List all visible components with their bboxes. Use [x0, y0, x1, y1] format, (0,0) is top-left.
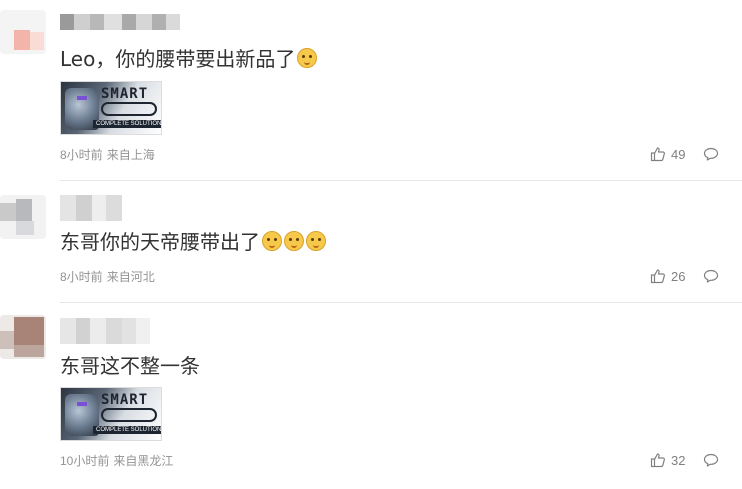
like-count: 49 [671, 146, 686, 162]
username-blurred[interactable] [60, 195, 122, 221]
doge-emoji-icon [262, 231, 282, 251]
comment-actions: 32 [650, 451, 730, 469]
like-button[interactable]: 26 [650, 268, 685, 284]
comment-actions: 26 [650, 267, 730, 285]
divider [60, 180, 742, 181]
comment-text-body: 东哥你的天帝腰带出了 [60, 230, 260, 254]
comment-text: 东哥这不整一条 [60, 353, 200, 379]
comment-bubble-icon [704, 269, 719, 283]
comment-actions: 49 [650, 145, 730, 163]
image-logo-title: SMART [101, 86, 149, 102]
comment-text-body: Leo，你的腰带要出新品了 [60, 47, 296, 71]
doge-emoji-icon [306, 231, 326, 251]
like-button[interactable]: 32 [650, 452, 685, 468]
doge-emoji-icon [297, 48, 318, 68]
comment-time: 8小时前 [60, 270, 103, 284]
username-blurred[interactable] [60, 318, 150, 344]
reply-button[interactable] [703, 452, 719, 468]
comment-time: 10小时前 [60, 454, 110, 468]
thumbs-up-icon [650, 269, 665, 284]
comment-location: 来自上海 [106, 148, 155, 162]
image-logo-subtitle: COMPLETE SOLUTION MODIFICATION [93, 426, 161, 434]
comment-bubble-icon [704, 453, 719, 467]
thumbs-up-icon [650, 453, 665, 468]
divider [60, 302, 742, 303]
reply-button[interactable] [703, 268, 719, 284]
avatar[interactable] [0, 315, 46, 359]
comment-meta: 8小时前 来自上海 [60, 146, 155, 163]
robot-eye [77, 402, 87, 406]
comment-image-thumbnail[interactable]: SMART COMPLETE SOLUTION MODIFICATION [60, 81, 162, 135]
image-logo-subtitle: COMPLETE SOLUTION MODIFICATION [93, 120, 161, 128]
comment-time: 8小时前 [60, 148, 103, 162]
comment-location: 来自河北 [106, 270, 155, 284]
comment-location: 来自黑龙江 [113, 454, 174, 468]
username-blurred[interactable] [60, 14, 180, 30]
comment-bubble-icon [704, 147, 719, 161]
comment-text-body: 东哥这不整一条 [60, 354, 200, 378]
comment-image-thumbnail[interactable]: SMART COMPLETE SOLUTION MODIFICATION [60, 387, 162, 441]
comment-meta: 8小时前 来自河北 [60, 268, 155, 285]
image-logo-icon [101, 102, 157, 116]
avatar[interactable] [0, 10, 46, 54]
thumbs-up-icon [650, 147, 665, 162]
doge-emoji-icon [284, 231, 304, 251]
image-logo-icon [101, 408, 157, 422]
like-button[interactable]: 49 [650, 146, 685, 162]
comment-text: 东哥你的天帝腰带出了 [60, 229, 326, 255]
comment-meta: 10小时前 来自黑龙江 [60, 452, 173, 469]
like-count: 26 [671, 268, 686, 284]
comment-text: Leo，你的腰带要出新品了 [60, 46, 318, 72]
image-logo-title: SMART [101, 392, 149, 408]
reply-button[interactable] [703, 146, 719, 162]
avatar[interactable] [0, 195, 46, 239]
like-count: 32 [671, 452, 686, 468]
robot-eye [77, 96, 87, 100]
